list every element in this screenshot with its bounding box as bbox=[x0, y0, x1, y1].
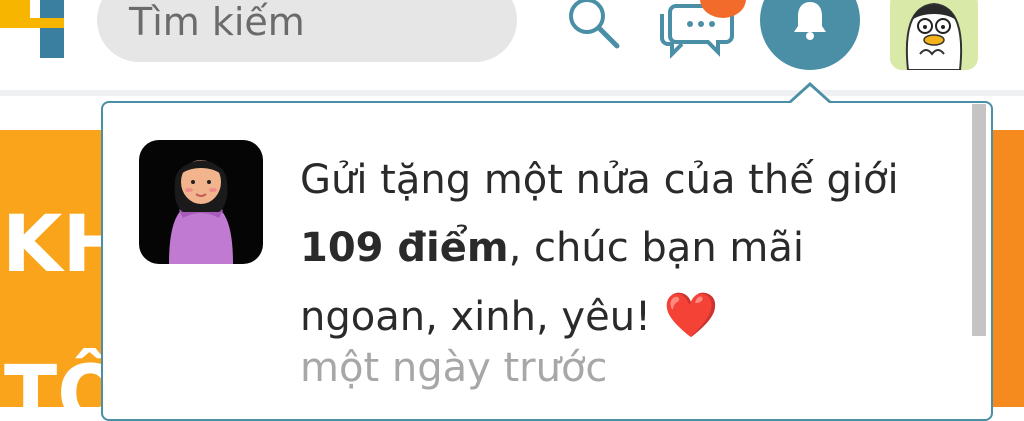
notification-message-prefix: Gửi tặng một nửa của thế giới bbox=[300, 157, 899, 203]
heart-emoji-icon: ❤️ bbox=[663, 290, 719, 341]
banner-right[interactable] bbox=[990, 130, 1024, 407]
user-avatar[interactable] bbox=[890, 0, 978, 70]
notification-time: một ngày trước bbox=[300, 345, 608, 391]
girl-avatar-icon bbox=[169, 160, 233, 264]
site-logo[interactable] bbox=[0, 0, 70, 60]
popup-arrow-inner bbox=[791, 86, 829, 103]
banner-text-2: TÔ bbox=[4, 350, 110, 407]
banner-left[interactable]: KH TÔ bbox=[0, 130, 110, 407]
bell-icon bbox=[794, 2, 826, 40]
header-divider bbox=[0, 90, 1024, 96]
top-header: Tìm kiếm bbox=[0, 0, 1024, 90]
banner-text-1: KH bbox=[2, 200, 110, 290]
notification-message[interactable]: Gửi tặng một nửa của thế giới 109 điểm, … bbox=[300, 146, 940, 351]
notification-points: 109 điểm bbox=[300, 225, 509, 271]
search-input[interactable]: Tìm kiếm bbox=[97, 0, 517, 62]
search-placeholder: Tìm kiếm bbox=[129, 0, 305, 44]
duck-avatar-icon bbox=[905, 2, 963, 70]
search-icon[interactable] bbox=[565, 0, 621, 50]
notification-sender-avatar[interactable] bbox=[139, 140, 263, 264]
popup-scrollbar[interactable] bbox=[972, 104, 986, 336]
notifications-button[interactable] bbox=[760, 0, 860, 70]
